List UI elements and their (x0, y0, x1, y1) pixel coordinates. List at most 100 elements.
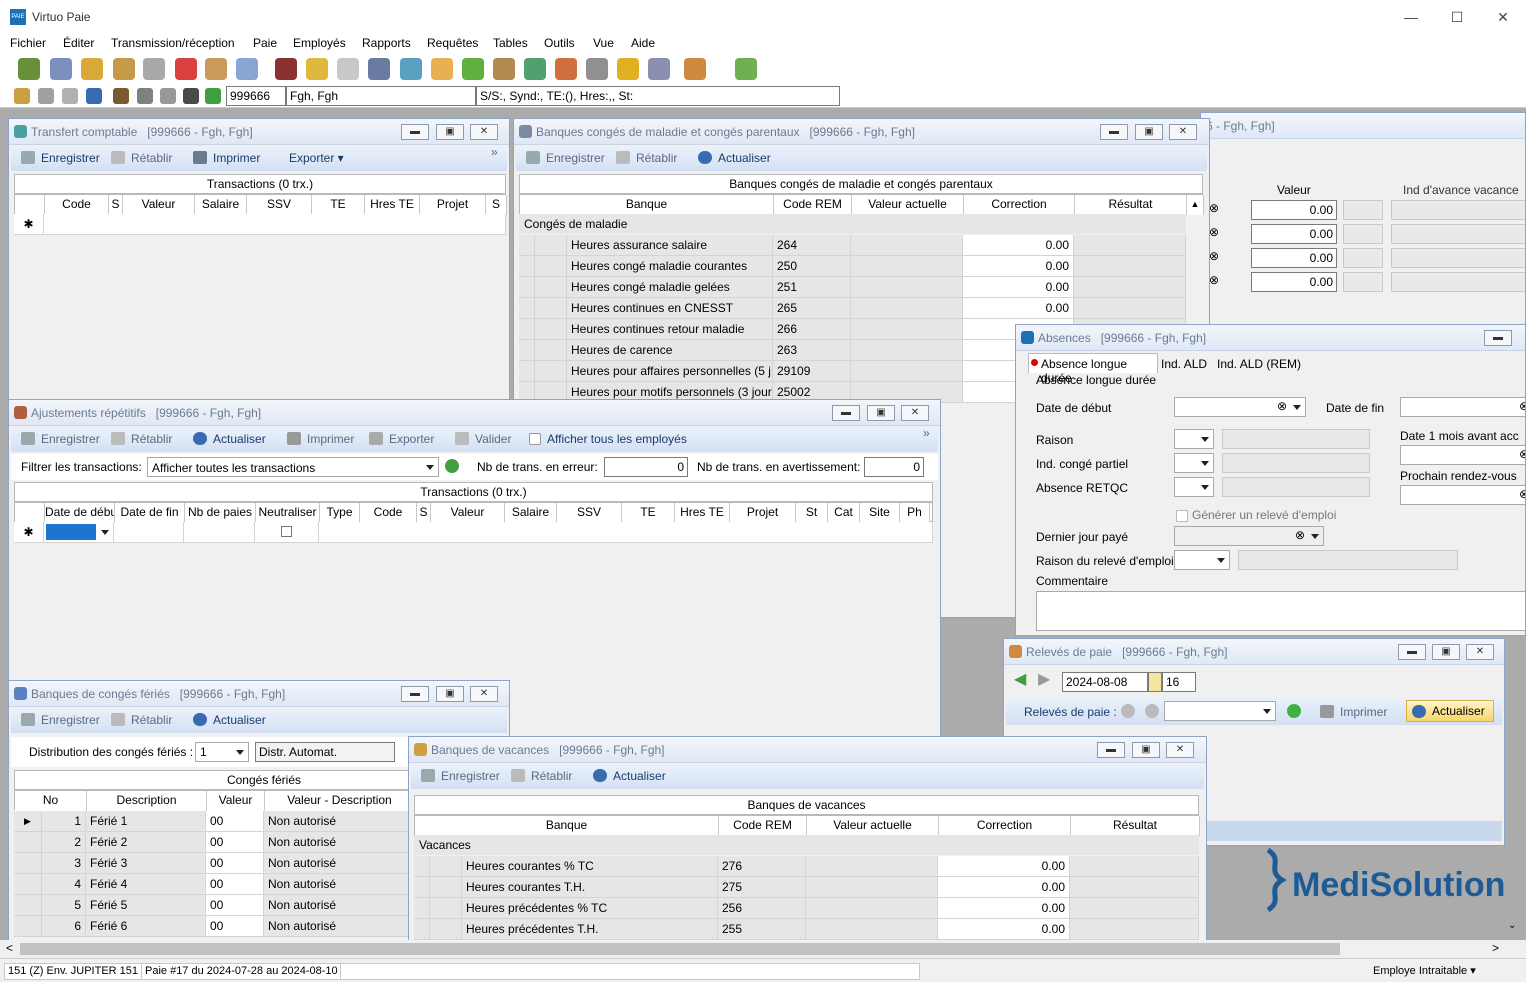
col-description[interactable]: Description (87, 791, 207, 811)
refresh-filter-icon[interactable] (445, 459, 459, 473)
col-12[interactable]: Projet (730, 503, 796, 523)
distr-combo[interactable]: 1 (195, 742, 249, 762)
maximize-button[interactable]: ▣ (867, 405, 895, 421)
medical-icon[interactable] (175, 58, 197, 80)
retablir-button[interactable]: Rétablir (111, 713, 172, 727)
minimize-button[interactable]: ▬ (401, 124, 429, 140)
exporter-dropdown[interactable]: Exporter ▾ (289, 151, 344, 165)
row-selector[interactable] (14, 853, 42, 874)
col-1[interactable]: Date de fin (115, 503, 185, 523)
row-selector[interactable] (14, 895, 42, 916)
maximize-button[interactable]: ▣ (436, 686, 464, 702)
tools-icon[interactable] (205, 58, 227, 80)
neutraliser-cell[interactable] (255, 522, 319, 543)
edit-doc-icon[interactable] (306, 58, 328, 80)
row-selector[interactable] (430, 856, 462, 877)
col-resultat[interactable]: Résultat (1071, 816, 1200, 836)
correction-cell[interactable]: 0.00 (963, 298, 1074, 319)
col-7[interactable]: Valeur (431, 503, 505, 523)
commentaire-input[interactable] (1036, 591, 1525, 631)
group-icon[interactable] (81, 58, 103, 80)
col-valeur-actuelle[interactable]: Valeur actuelle (807, 816, 939, 836)
correction-cell[interactable]: 0.00 (938, 856, 1070, 877)
new-row[interactable]: ✱ (14, 214, 506, 235)
row-selector[interactable] (535, 235, 567, 256)
menu-editer[interactable]: Éditer (63, 36, 94, 50)
col-banque[interactable]: Banque (520, 195, 774, 215)
retablir-button[interactable]: Rétablir (111, 432, 172, 446)
afficher-tous-checkbox[interactable]: Afficher tous les employés (529, 432, 687, 446)
close-button[interactable]: ✕ (470, 124, 498, 140)
col-projet[interactable]: Projet (420, 195, 486, 215)
prochain-rdv-picker[interactable]: ⊗ (1400, 485, 1525, 505)
col-13[interactable]: St (796, 503, 828, 523)
group-row[interactable]: Congés de maladie (519, 214, 1186, 234)
enregistrer-button[interactable]: Enregistrer (21, 151, 100, 165)
employee-icon[interactable] (18, 58, 40, 80)
next-period-icon[interactable]: ▶ (1038, 672, 1054, 689)
payroll-icon[interactable] (113, 58, 135, 80)
overflow-chevron[interactable]: » (491, 145, 498, 159)
row2-clear-combo[interactable]: ⊗ (1209, 225, 1239, 245)
clear-icon[interactable]: ⊗ (1277, 399, 1287, 413)
date-fin-picker[interactable]: ⊗ (1400, 397, 1525, 417)
valeur-cell[interactable]: 00 (206, 853, 264, 874)
chart-icon[interactable] (524, 58, 546, 80)
raison-releve-combo[interactable] (1174, 550, 1230, 570)
col-5[interactable]: Code (360, 503, 417, 523)
search-employee-icon[interactable] (113, 88, 129, 104)
actualiser-button[interactable]: Actualiser (193, 432, 266, 446)
col-10[interactable]: TE (622, 503, 675, 523)
next-releve-icon[interactable] (1145, 704, 1159, 718)
maximize-button[interactable]: ▣ (1432, 644, 1460, 660)
minimize-button[interactable]: ▬ (832, 405, 860, 421)
row-selector[interactable] (535, 340, 567, 361)
card-icon[interactable] (50, 58, 72, 80)
menu-transmission[interactable]: Transmission/réception (111, 36, 235, 50)
table-row[interactable]: Heures assurance salaire 264 0.00 (519, 235, 1186, 256)
col-hres-te[interactable]: Hres TE (365, 195, 420, 215)
row-selector[interactable] (535, 256, 567, 277)
col-resultat[interactable]: Résultat (1075, 195, 1187, 215)
scroll-down-icon[interactable]: ⌄ (1508, 920, 1516, 931)
retablir-button[interactable]: Rétablir (616, 151, 677, 165)
row-selector[interactable] (535, 298, 567, 319)
mail-icon[interactable] (337, 58, 359, 80)
menu-outils[interactable]: Outils (544, 36, 575, 50)
col-6[interactable]: S (417, 503, 431, 523)
valeur-cell[interactable]: 00 (206, 832, 264, 853)
minimize-button[interactable]: — (1388, 6, 1434, 28)
status-user[interactable]: Employe Intraitable ▾ (1370, 963, 1479, 980)
retablir-button[interactable]: Rétablir (111, 151, 172, 165)
row-selector[interactable] (14, 874, 42, 895)
actualiser-button[interactable]: Actualiser (1406, 700, 1494, 722)
refresh-icon[interactable] (86, 88, 102, 104)
table-row[interactable]: Heures courantes % TC 276 0.00 (414, 856, 1199, 877)
save-icon[interactable] (38, 88, 54, 104)
date-1mois-picker[interactable]: ⊗ (1400, 445, 1525, 465)
cash-icon[interactable] (462, 58, 484, 80)
tab-ind-ald[interactable]: Ind. ALD (1158, 355, 1212, 373)
prev-releve-icon[interactable] (1121, 704, 1135, 718)
actualiser-button[interactable]: Actualiser (593, 769, 666, 783)
menu-fichier[interactable]: Fichier (10, 36, 46, 50)
diamond-icon[interactable] (617, 58, 639, 80)
settings-icon[interactable] (137, 88, 153, 104)
safe-icon[interactable] (586, 58, 608, 80)
overflow-chevron[interactable]: » (923, 426, 930, 440)
maximize-button[interactable]: ▣ (436, 124, 464, 140)
exporter-button[interactable]: Exporter (369, 432, 434, 446)
table-row[interactable]: Heures précédentes % TC 256 0.00 (414, 898, 1199, 919)
maximize-button[interactable]: ▣ (1132, 742, 1160, 758)
menu-paie[interactable]: Paie (253, 36, 277, 50)
bank-icon[interactable] (143, 58, 165, 80)
package-icon[interactable] (735, 58, 757, 80)
close-button[interactable]: ✕ (1466, 644, 1494, 660)
scroll-left-icon[interactable]: < (6, 941, 13, 955)
col-code-rem[interactable]: Code REM (719, 816, 807, 836)
maximize-button[interactable]: ☐ (1434, 6, 1480, 28)
valeur-cell[interactable]: 00 (206, 874, 264, 895)
close-button[interactable]: ✕ (901, 405, 929, 421)
row-selector[interactable] (430, 898, 462, 919)
col-14[interactable]: Cat (828, 503, 860, 523)
